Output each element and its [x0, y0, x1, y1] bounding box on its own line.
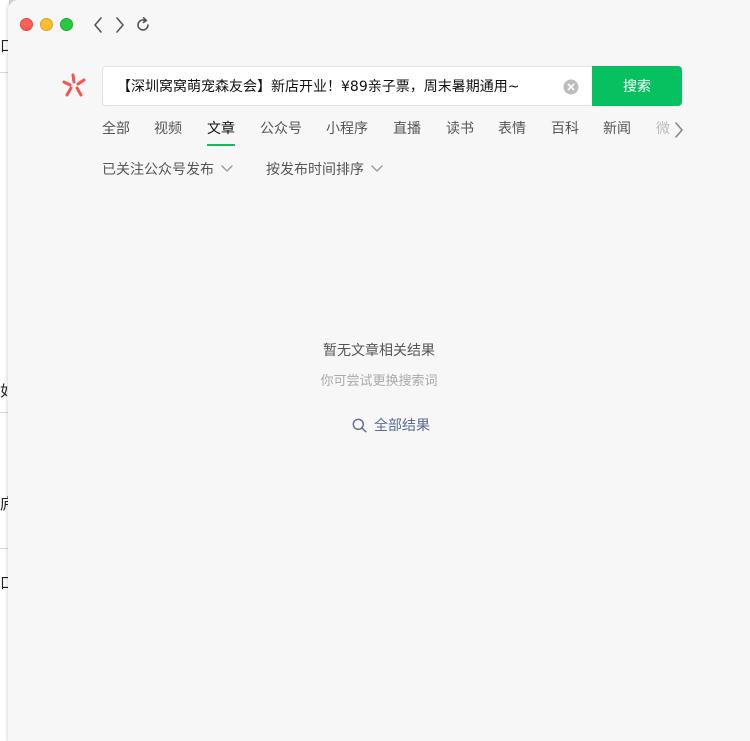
- zoom-window-button[interactable]: [60, 18, 73, 31]
- tab-encyclopedia[interactable]: 百科: [551, 120, 579, 146]
- tab-news[interactable]: 新闻: [603, 120, 631, 146]
- background-divider: [0, 412, 8, 413]
- close-window-button[interactable]: [20, 18, 33, 31]
- tab-stickers[interactable]: 表情: [498, 120, 526, 146]
- back-button[interactable]: [88, 14, 108, 36]
- background-text: 口: [0, 37, 8, 55]
- background-text: 口: [0, 574, 8, 592]
- search-window: 搜索 全部 视频 文章 公众号 小程序 直播 读书 表情 百科 新闻 微 已关注…: [8, 0, 750, 741]
- chevron-right-icon: [116, 17, 124, 33]
- search-box[interactable]: [102, 66, 593, 106]
- filter-label: 已关注公众号发布: [102, 162, 214, 178]
- refresh-icon: [137, 17, 149, 31]
- chevron-left-icon: [94, 17, 102, 33]
- chevron-right-icon[interactable]: [672, 121, 686, 139]
- tab-live[interactable]: 直播: [393, 120, 421, 146]
- filter-label: 按发布时间排序: [266, 162, 364, 178]
- search-input[interactable]: [117, 78, 557, 94]
- title-bar: [8, 0, 750, 50]
- empty-state-title: 暂无文章相关结果: [323, 343, 435, 359]
- chevron-down-icon: [371, 165, 383, 172]
- search-button[interactable]: 搜索: [592, 66, 682, 106]
- forward-button[interactable]: [110, 14, 130, 36]
- tab-more[interactable]: 微: [656, 120, 670, 146]
- search-logo-icon: [62, 73, 86, 97]
- empty-state-subtitle: 你可尝试更换搜索词: [320, 374, 438, 389]
- tab-mini-programs[interactable]: 小程序: [326, 120, 368, 146]
- background-text: 如: [0, 382, 8, 400]
- clear-search-icon[interactable]: [563, 79, 579, 95]
- tab-articles[interactable]: 文章: [207, 120, 235, 146]
- minimize-window-button[interactable]: [40, 18, 53, 31]
- chevron-down-icon: [221, 165, 233, 172]
- all-results-label: 全部结果: [374, 418, 430, 434]
- tab-official-accounts[interactable]: 公众号: [260, 120, 302, 146]
- tab-video[interactable]: 视频: [154, 120, 182, 146]
- all-results-link[interactable]: 全部结果: [352, 415, 430, 435]
- refresh-button[interactable]: [133, 14, 153, 36]
- background-text: 庐: [0, 495, 8, 513]
- followed-accounts-filter[interactable]: 已关注公众号发布: [102, 160, 234, 178]
- tab-all[interactable]: 全部: [102, 120, 130, 146]
- tab-reading[interactable]: 读书: [446, 120, 474, 146]
- background-divider: [0, 548, 8, 549]
- sort-by-time-filter[interactable]: 按发布时间排序: [266, 160, 384, 178]
- search-icon: [352, 418, 367, 433]
- background-divider: [0, 72, 8, 73]
